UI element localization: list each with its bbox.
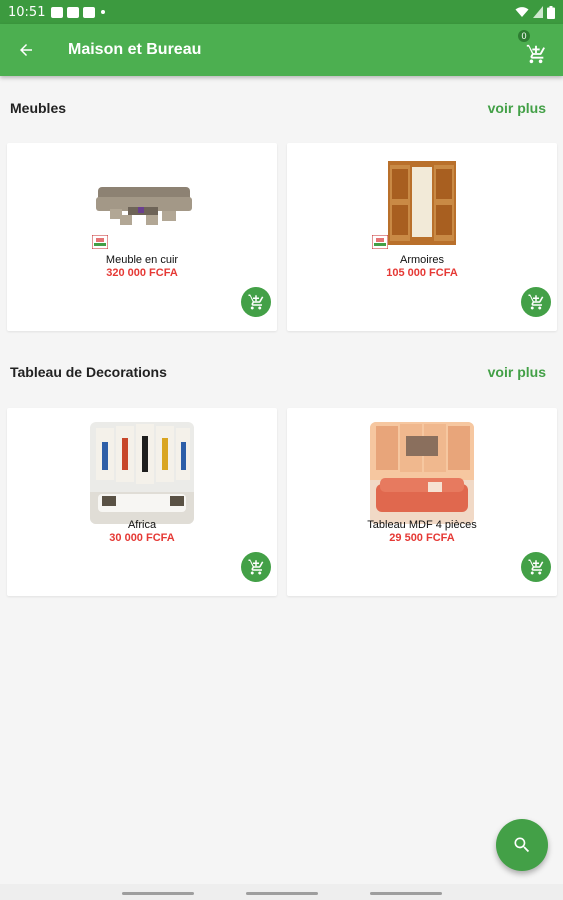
back-button[interactable]	[0, 24, 52, 76]
dot-icon	[101, 10, 106, 14]
battery-icon	[547, 5, 555, 19]
notification-icons	[51, 6, 106, 18]
promo-badge-icon	[92, 235, 108, 249]
product-card[interactable]: Africa 30 000 FCFA	[7, 408, 277, 596]
wifi-icon	[515, 7, 529, 17]
add-to-cart-button[interactable]	[521, 552, 551, 582]
product-price: 105 000 FCFA	[386, 267, 458, 279]
product-name: Africa	[127, 519, 157, 531]
page-title: Maison et Bureau	[68, 41, 202, 58]
section-header-decorations: Tableau de Decorations voir plus	[0, 357, 563, 387]
product-name: Tableau MDF 4 pièces	[367, 519, 477, 531]
app-bar: Maison et Bureau 0	[0, 24, 563, 76]
see-more-link[interactable]: voir plus	[488, 100, 553, 116]
nav-back-handle[interactable]	[122, 892, 194, 895]
product-image-africa	[90, 422, 194, 524]
arrow-left-icon	[20, 44, 32, 56]
nav-recents-handle[interactable]	[370, 892, 442, 895]
add-to-cart-icon	[248, 294, 264, 310]
add-to-cart-button[interactable]	[521, 287, 551, 317]
product-card[interactable]: Tableau MDF 4 pièces 29 500 FCFA	[287, 408, 557, 596]
add-to-cart-icon	[528, 294, 544, 310]
promo-badge-icon	[372, 235, 388, 249]
product-price: 29 500 FCFA	[389, 532, 455, 544]
status-bar: 10:51	[0, 0, 563, 24]
add-to-cart-button[interactable]	[241, 287, 271, 317]
system-icons	[515, 5, 555, 19]
product-name: Meuble en cuir	[105, 254, 179, 266]
product-price: 30 000 FCFA	[109, 532, 175, 544]
youtube-icon	[67, 6, 80, 18]
signal-icon	[533, 6, 543, 18]
see-more-link[interactable]: voir plus	[488, 364, 553, 380]
product-name: Armoires	[399, 254, 444, 266]
cart-count-badge: 0	[518, 30, 530, 42]
cart-icon	[526, 44, 545, 64]
system-nav-bar	[0, 884, 563, 900]
section-header-meubles: Meubles voir plus	[0, 93, 563, 123]
gallery-icon	[51, 6, 64, 18]
add-to-cart-icon	[528, 559, 544, 575]
product-price: 320 000 FCFA	[106, 267, 178, 279]
product-card[interactable]: Armoires 105 000 FCFA	[287, 143, 557, 331]
search-fab-button[interactable]	[496, 819, 548, 871]
facebook-icon	[83, 6, 96, 18]
section-title: Tableau de Decorations	[10, 364, 167, 380]
cart-button[interactable]: 0	[517, 30, 553, 70]
product-image-mdf-panel	[370, 422, 474, 524]
nav-home-handle[interactable]	[246, 892, 318, 895]
product-card[interactable]: Meuble en cuir 320 000 FCFA	[7, 143, 277, 331]
add-to-cart-button[interactable]	[241, 552, 271, 582]
status-time: 10:51	[8, 4, 46, 20]
add-to-cart-icon	[248, 559, 264, 575]
section-title: Meubles	[10, 100, 67, 116]
search-icon	[514, 837, 530, 853]
